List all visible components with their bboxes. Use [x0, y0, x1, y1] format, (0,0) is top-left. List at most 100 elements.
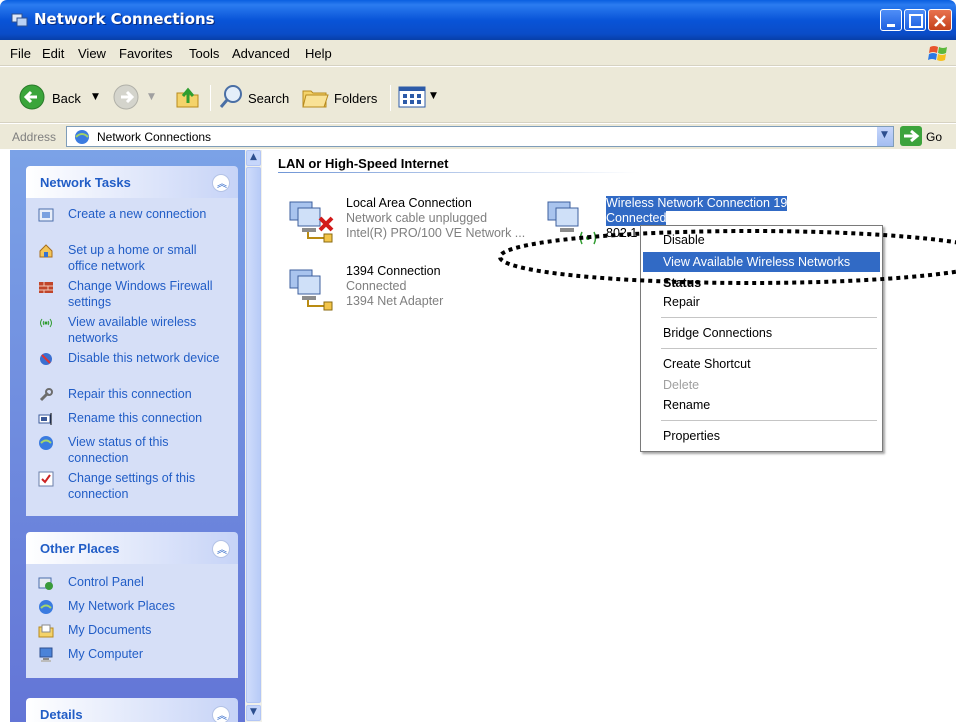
task-label: View status of this connection: [68, 435, 169, 465]
collapse-other-places-button[interactable]: ︽: [212, 540, 230, 558]
task-create-connection[interactable]: Create a new connection: [38, 206, 234, 240]
task-view-status[interactable]: View status of this connection: [38, 434, 234, 468]
new-connection-icon: [38, 208, 54, 222]
title-bar: Network Connections: [0, 0, 956, 40]
folders-button[interactable]: Folders: [300, 83, 382, 113]
status-icon: [39, 436, 53, 450]
address-value: Network Connections: [97, 130, 212, 144]
folders-icon: [302, 90, 329, 108]
menu-help[interactable]: Help: [305, 46, 332, 61]
place-my-network-places[interactable]: My Network Places: [38, 598, 234, 618]
menu-bar: File Edit View Favorites Tools Advanced …: [0, 40, 956, 66]
scroll-up-button[interactable]: ▲: [246, 150, 261, 166]
minimize-button[interactable]: [880, 9, 902, 31]
task-firewall[interactable]: Change Windows Firewall settings: [38, 278, 234, 312]
repair-icon: [39, 388, 53, 402]
place-label: My Documents: [68, 623, 152, 637]
address-input[interactable]: Network Connections ▼: [66, 126, 894, 147]
menu-item-label: Properties: [663, 429, 720, 443]
group-divider: [278, 172, 638, 173]
minimize-icon: [887, 24, 895, 27]
go-arrow-icon: [904, 129, 920, 143]
chevron-down-icon: ▼: [881, 130, 888, 140]
network-tasks-panel: Create a new connection Set up a home or…: [26, 198, 238, 516]
other-places-title: Other Places: [40, 541, 120, 556]
details-title: Details: [40, 707, 83, 722]
task-pane-scrollbar[interactable]: ▲ ▼: [245, 150, 262, 722]
menu-favorites[interactable]: Favorites: [119, 46, 172, 61]
address-dropdown-button[interactable]: ▼: [876, 127, 893, 146]
menu-file[interactable]: File: [10, 46, 31, 61]
home-network-icon: [39, 244, 53, 258]
menu-edit[interactable]: Edit: [42, 46, 64, 61]
forward-dropdown-icon[interactable]: ▼: [148, 92, 155, 102]
menu-item-properties[interactable]: Properties: [643, 426, 880, 446]
network-tasks-header[interactable]: Network Tasks ︽: [26, 166, 238, 198]
back-label: Back: [52, 91, 81, 106]
collapse-details-button[interactable]: ︽: [212, 706, 230, 722]
task-disable-device[interactable]: Disable this network device: [38, 350, 234, 384]
menu-item-label: Rename: [663, 398, 711, 412]
menu-view[interactable]: View: [78, 46, 106, 61]
search-button[interactable]: Search: [218, 83, 292, 113]
maximize-button[interactable]: [904, 9, 926, 31]
task-label: Create a new connection: [68, 207, 207, 221]
connection-name: 1394 Connection: [346, 264, 441, 278]
connection-name: Wireless Network Connection 19: [606, 196, 788, 211]
place-label: My Network Places: [68, 599, 175, 613]
collapse-network-tasks-button[interactable]: ︽: [212, 174, 230, 192]
scroll-thumb[interactable]: [246, 167, 261, 703]
forward-button[interactable]: ▼: [112, 83, 160, 113]
search-label: Search: [248, 91, 290, 106]
place-my-documents[interactable]: My Documents: [38, 622, 234, 642]
task-label: Repair this connection: [68, 387, 192, 401]
task-view-wireless[interactable]: View available wireless networks: [38, 314, 234, 348]
go-label[interactable]: Go: [926, 130, 942, 144]
other-places-header[interactable]: Other Places ︽: [26, 532, 238, 564]
menu-item-bridge-connections[interactable]: Bridge Connections: [643, 323, 880, 343]
close-button[interactable]: [928, 9, 952, 31]
menu-tools[interactable]: Tools: [189, 46, 219, 61]
folders-label: Folders: [334, 91, 378, 106]
connection-name: Local Area Connection: [346, 196, 472, 210]
views-dropdown-icon[interactable]: ▼: [430, 91, 437, 101]
menu-item-create-shortcut[interactable]: Create Shortcut: [643, 354, 880, 374]
address-bar: Address Network Connections ▼ Go: [0, 124, 956, 149]
views-button[interactable]: ▼: [398, 85, 442, 111]
highlight-ellipse: [498, 229, 956, 285]
menu-item-repair[interactable]: Repair: [643, 292, 880, 312]
menu-advanced[interactable]: Advanced: [232, 46, 290, 61]
back-dropdown-icon[interactable]: ▼: [92, 92, 99, 102]
task-change-settings[interactable]: Change settings of this connection: [38, 470, 234, 504]
control-panel-icon: [38, 577, 53, 590]
network-places-icon: [39, 600, 53, 614]
place-my-computer[interactable]: My Computer: [38, 646, 234, 666]
task-home-network[interactable]: Set up a home or small office network: [38, 242, 234, 276]
connection-status: Connected: [346, 279, 407, 293]
windows-logo-icon: [928, 46, 947, 61]
settings-icon: [38, 471, 54, 487]
forward-arrow-icon: [113, 84, 139, 110]
scroll-down-button[interactable]: ▼: [246, 705, 261, 721]
network-connections-icon: [11, 13, 28, 27]
menu-item-label: Bridge Connections: [663, 326, 773, 340]
menu-item-label: Repair: [663, 295, 700, 309]
maximize-icon: [909, 14, 923, 28]
menu-item-rename[interactable]: Rename: [643, 395, 880, 415]
details-header[interactable]: Details ︽: [26, 698, 238, 722]
menu-item-label: Delete: [663, 378, 700, 392]
place-control-panel[interactable]: Control Panel: [38, 574, 234, 594]
task-label: View available wireless networks: [68, 315, 197, 345]
task-label: Rename this connection: [68, 411, 203, 425]
menu-separator: [661, 420, 877, 421]
chevron-up-icon: ︽: [217, 179, 227, 190]
back-button[interactable]: Back ▼: [18, 83, 104, 113]
go-button[interactable]: [900, 126, 922, 146]
task-rename-connection[interactable]: Rename this connection: [38, 410, 234, 432]
place-label: My Computer: [68, 647, 144, 661]
up-folder-icon[interactable]: [174, 83, 202, 111]
other-places-panel: Control Panel My Network Places My Docum…: [26, 564, 238, 678]
task-repair-connection[interactable]: Repair this connection: [38, 386, 234, 408]
place-label: Control Panel: [68, 575, 144, 589]
lan-connection-icon: [289, 201, 334, 243]
